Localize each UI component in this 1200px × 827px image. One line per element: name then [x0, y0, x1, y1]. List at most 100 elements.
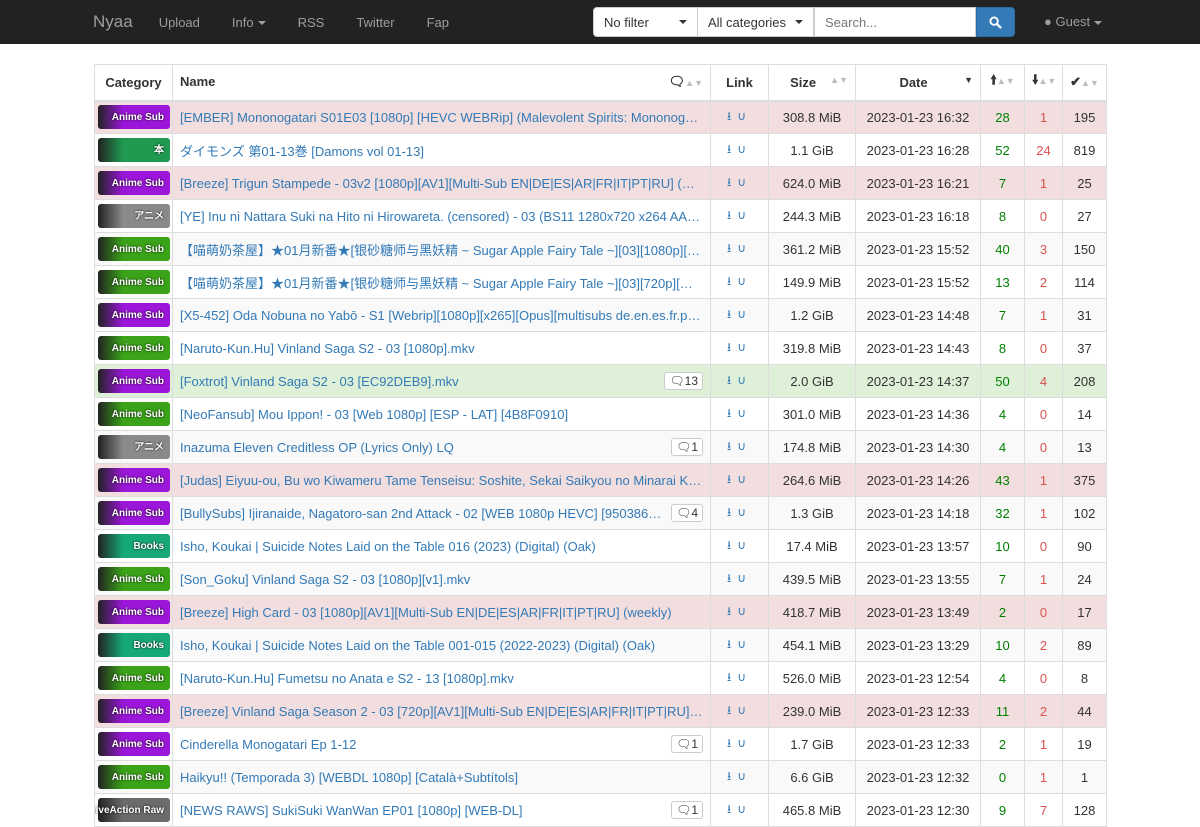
magnet-icon[interactable]: ∪	[737, 109, 752, 123]
category-badge[interactable]: Anime Sub	[98, 303, 170, 327]
header-completed[interactable]: ✔▲▼	[1062, 64, 1107, 102]
category-badge[interactable]: 本	[98, 138, 170, 162]
download-icon[interactable]: ⭳	[727, 670, 737, 684]
torrent-link[interactable]: ダイモンズ 第01-13巻 [Damons vol 01-13]	[180, 141, 703, 160]
magnet-icon[interactable]: ∪	[737, 208, 752, 222]
torrent-link[interactable]: [YE] Inu ni Nattara Suki na Hito ni Hiro…	[180, 209, 703, 224]
magnet-icon[interactable]: ∪	[737, 736, 752, 750]
download-icon[interactable]: ⭳	[727, 142, 737, 156]
magnet-icon[interactable]: ∪	[737, 406, 752, 420]
download-icon[interactable]: ⭳	[727, 604, 737, 618]
category-badge[interactable]: Anime Sub	[98, 567, 170, 591]
download-icon[interactable]: ⭳	[727, 340, 737, 354]
comments-badge[interactable]: 🗨1	[671, 438, 703, 456]
comments-badge[interactable]: 🗨13	[664, 372, 703, 390]
filter-select[interactable]: No filter	[593, 7, 698, 37]
search-button[interactable]	[976, 7, 1015, 37]
download-icon[interactable]: ⭳	[727, 439, 737, 453]
torrent-link[interactable]: Isho, Koukai | Suicide Notes Laid on the…	[180, 638, 703, 653]
category-select[interactable]: All categories	[698, 7, 814, 37]
category-badge[interactable]: Anime Sub	[98, 501, 170, 525]
category-badge[interactable]: アニメ	[98, 204, 170, 228]
torrent-link[interactable]: [Breeze] Vinland Saga Season 2 - 03 [720…	[180, 704, 703, 719]
search-input[interactable]	[814, 7, 976, 37]
category-badge[interactable]: Anime Sub	[98, 369, 170, 393]
torrent-link[interactable]: [Breeze] Trigun Stampede - 03v2 [1080p][…	[180, 176, 703, 191]
magnet-icon[interactable]: ∪	[737, 472, 752, 486]
torrent-link[interactable]: [Son_Goku] Vinland Saga S2 - 03 [1080p][…	[180, 572, 703, 587]
download-icon[interactable]: ⭳	[727, 505, 737, 519]
user-menu[interactable]: ● Guest	[1044, 14, 1103, 29]
download-icon[interactable]: ⭳	[727, 406, 737, 420]
download-icon[interactable]: ⭳	[727, 736, 737, 750]
magnet-icon[interactable]: ∪	[737, 340, 752, 354]
nav-fap[interactable]: Fap	[411, 15, 465, 30]
nav-twitter[interactable]: Twitter	[340, 15, 410, 30]
torrent-link[interactable]: [NeoFansub] Mou Ippon! - 03 [Web 1080p] …	[180, 407, 703, 422]
category-badge[interactable]: Anime Sub	[98, 666, 170, 690]
torrent-link[interactable]: [Breeze] High Card - 03 [1080p][AV1][Mul…	[180, 605, 703, 620]
header-date[interactable]: Date ▼	[855, 64, 981, 102]
category-badge[interactable]: Books	[98, 633, 170, 657]
category-badge[interactable]: Anime Sub	[98, 732, 170, 756]
magnet-icon[interactable]: ∪	[737, 307, 752, 321]
category-badge[interactable]: Anime Sub	[98, 336, 170, 360]
magnet-icon[interactable]: ∪	[737, 241, 752, 255]
download-icon[interactable]: ⭳	[727, 208, 737, 222]
category-badge[interactable]: Anime Sub	[98, 270, 170, 294]
download-icon[interactable]: ⭳	[727, 472, 737, 486]
comments-badge[interactable]: 🗨4	[671, 504, 703, 522]
download-icon[interactable]: ⭳	[727, 538, 737, 552]
download-icon[interactable]: ⭳	[727, 109, 737, 123]
download-icon[interactable]: ⭳	[727, 241, 737, 255]
category-badge[interactable]: アニメ	[98, 435, 170, 459]
torrent-link[interactable]: [Foxtrot] Vinland Saga S2 - 03 [EC92DEB9…	[180, 374, 658, 389]
category-badge[interactable]: Anime Sub	[98, 468, 170, 492]
magnet-icon[interactable]: ∪	[737, 142, 752, 156]
download-icon[interactable]: ⭳	[727, 769, 737, 783]
nav-info[interactable]: Info	[216, 15, 282, 30]
magnet-icon[interactable]: ∪	[737, 274, 752, 288]
magnet-icon[interactable]: ∪	[737, 604, 752, 618]
torrent-link[interactable]: 【喵萌奶茶屋】★01月新番★[银砂糖师与黑妖精 ~ Sugar Apple Fa…	[180, 273, 703, 292]
magnet-icon[interactable]: ∪	[737, 637, 752, 651]
header-seeders[interactable]: 🠙▲▼	[980, 64, 1025, 102]
header-category[interactable]: Category	[94, 64, 173, 102]
download-icon[interactable]: ⭳	[727, 571, 737, 585]
comments-sort-icon[interactable]: 🗨▲▼	[669, 74, 703, 90]
category-badge[interactable]: Anime Sub	[98, 105, 170, 130]
category-badge[interactable]: Anime Sub	[98, 171, 170, 195]
torrent-link[interactable]: Inazuma Eleven Creditless OP (Lyrics Onl…	[180, 440, 665, 455]
magnet-icon[interactable]: ∪	[737, 175, 752, 189]
torrent-link[interactable]: [NEWS RAWS] SukiSuki WanWan EP01 [1080p]…	[180, 803, 665, 818]
header-size[interactable]: Size ▲▼	[768, 64, 856, 102]
magnet-icon[interactable]: ∪	[737, 571, 752, 585]
download-icon[interactable]: ⭳	[727, 637, 737, 651]
torrent-link[interactable]: 【喵萌奶茶屋】★01月新番★[银砂糖师与黑妖精 ~ Sugar Apple Fa…	[180, 240, 703, 259]
torrent-link[interactable]: [X5-452] Oda Nobuna no Yabō - S1 [Webrip…	[180, 308, 703, 323]
download-icon[interactable]: ⭳	[727, 802, 737, 816]
magnet-icon[interactable]: ∪	[737, 703, 752, 717]
torrent-link[interactable]: [Naruto-Kun.Hu] Fumetsu no Anata e S2 - …	[180, 671, 703, 686]
comments-badge[interactable]: 🗨1	[671, 735, 703, 753]
magnet-icon[interactable]: ∪	[737, 373, 752, 387]
header-leechers[interactable]: 🠛▲▼	[1024, 64, 1063, 102]
download-icon[interactable]: ⭳	[727, 703, 737, 717]
torrent-link[interactable]: Cinderella Monogatari Ep 1-12	[180, 737, 665, 752]
torrent-link[interactable]: [EMBER] Mononogatari S01E03 [1080p] [HEV…	[180, 110, 703, 125]
category-badge[interactable]: LiveAction Raw	[96, 798, 170, 822]
category-badge[interactable]: Anime Sub	[98, 237, 170, 261]
download-icon[interactable]: ⭳	[727, 274, 737, 288]
nav-rss[interactable]: RSS	[282, 15, 341, 30]
category-badge[interactable]: Anime Sub	[98, 600, 170, 624]
download-icon[interactable]: ⭳	[727, 373, 737, 387]
download-icon[interactable]: ⭳	[727, 307, 737, 321]
comments-badge[interactable]: 🗨1	[671, 801, 703, 819]
nav-upload[interactable]: Upload	[143, 15, 216, 30]
torrent-link[interactable]: [BullySubs] Ijiranaide, Nagatoro-san 2nd…	[180, 506, 665, 521]
torrent-link[interactable]: Haikyu!! (Temporada 3) [WEBDL 1080p] [Ca…	[180, 770, 703, 785]
magnet-icon[interactable]: ∪	[737, 439, 752, 453]
category-badge[interactable]: Books	[98, 534, 170, 558]
magnet-icon[interactable]: ∪	[737, 670, 752, 684]
download-icon[interactable]: ⭳	[727, 175, 737, 189]
